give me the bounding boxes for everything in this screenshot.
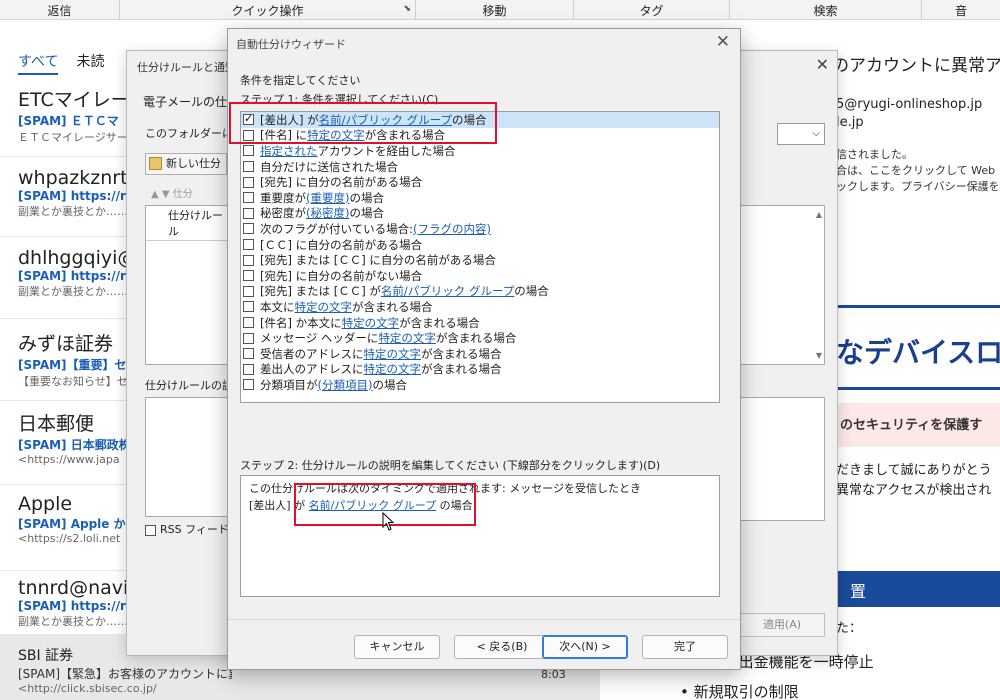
- condition-sensitivity[interactable]: 秘密度が (秘密度) の場合: [241, 206, 719, 222]
- banner-line-top: [836, 305, 1000, 308]
- condition-checkbox[interactable]: [243, 379, 254, 391]
- step2-label: ステップ 2: 仕分けルールの説明を編集してください (下線部分をクリックします…: [240, 459, 661, 472]
- button-divider: [228, 619, 740, 620]
- filter-unread[interactable]: 未読: [76, 51, 104, 75]
- section-title: 置: [836, 571, 1000, 607]
- rule-desc-box: [145, 397, 229, 517]
- condition-list[interactable]: [差出人] が 名前/パブリック グループ の場合 [件名] に 特定の文字 が…: [240, 111, 720, 403]
- ribbon-group-quick-steps[interactable]: クイック操作 ⬊: [120, 0, 416, 20]
- ribbon-group-find[interactable]: 検索: [730, 0, 922, 20]
- rule-desc-label: 仕分けルールの説: [145, 379, 233, 392]
- condition-link[interactable]: 指定された: [260, 143, 318, 159]
- mail-subject: [SPAM]【緊急】お客様のアカウントに異常アクセスを検出: [18, 667, 232, 681]
- mail-subject-header: のアカウントに異常アクセ: [832, 56, 1000, 76]
- condition-checkbox[interactable]: [243, 301, 254, 313]
- rule-list[interactable]: 仕分けルール: [145, 205, 229, 365]
- condition-to-or-cc-my-name[interactable]: [宛先] または [ＣＣ] に自分の名前がある場合: [241, 252, 719, 268]
- finish-button[interactable]: 完了: [642, 635, 728, 659]
- condition-recipient-address-words[interactable]: 受信者のアドレスに 特定の文字 が含まれる場合: [241, 346, 719, 362]
- condition-checkbox[interactable]: [243, 223, 254, 235]
- ribbon-group-reply[interactable]: 返信: [0, 0, 120, 20]
- new-rule-icon: [149, 157, 162, 170]
- mouse-cursor-icon: [382, 512, 395, 531]
- condition-sent-to-people[interactable]: [宛先] または [ＣＣ] が 名前/パブリック グループ の場合: [241, 284, 719, 300]
- bullet-item: • 新規取引の制限: [680, 683, 799, 700]
- wizard-heading: 条件を指定してください: [240, 74, 361, 87]
- condition-checkbox[interactable]: [243, 145, 254, 157]
- back-button[interactable]: < 戻る(B): [454, 635, 550, 659]
- condition-checkbox[interactable]: [243, 317, 254, 329]
- condition-link[interactable]: 名前/パブリック グループ: [381, 283, 514, 299]
- condition-category[interactable]: 分類項目が (分類項目) の場合: [241, 377, 719, 393]
- mail-body-text: だきまして誠にありがとう 異常なアクセスが検出され: [836, 463, 992, 498]
- rule-list-right[interactable]: ▲ ▼: [739, 205, 825, 365]
- condition-link[interactable]: (秘密度): [306, 205, 349, 221]
- condition-checkbox[interactable]: [243, 270, 254, 282]
- rss-checkbox[interactable]: [145, 524, 156, 536]
- condition-checkbox[interactable]: [243, 192, 254, 204]
- next-button[interactable]: 次へ(N) >: [542, 635, 628, 659]
- condition-checkbox[interactable]: [243, 176, 254, 188]
- condition-link[interactable]: (重要度): [306, 190, 349, 206]
- sender-address: 5@ryugi-onlineshop.jp: [836, 97, 983, 112]
- condition-through-account[interactable]: 指定された アカウントを経由した場合: [241, 143, 719, 159]
- cancel-button[interactable]: キャンセル: [354, 635, 440, 659]
- condition-link[interactable]: (フラグの内容): [413, 221, 491, 237]
- condition-cc-my-name[interactable]: [ＣＣ] に自分の名前がある場合: [241, 237, 719, 253]
- new-rule-button[interactable]: 新しい仕分: [145, 153, 227, 175]
- mail-preview: <http://click.sbisec.co.jp/: [18, 682, 157, 695]
- close-icon[interactable]: ✕: [716, 32, 730, 52]
- condition-checkbox[interactable]: [243, 207, 254, 219]
- condition-checkbox[interactable]: [243, 161, 254, 173]
- dialog-launcher-icon[interactable]: ⬊: [403, 4, 411, 14]
- recipient-address: le.jp: [836, 115, 864, 130]
- condition-link[interactable]: 特定の文字: [378, 330, 436, 346]
- condition-not-to-me[interactable]: [宛先] に自分の名前がない場合: [241, 268, 719, 284]
- condition-link[interactable]: 特定の文字: [364, 361, 422, 377]
- rule-desc-box-right: [739, 397, 825, 521]
- highlight-box-condition: [229, 102, 497, 144]
- condition-checkbox[interactable]: [243, 239, 254, 251]
- headline: なデバイスロ: [836, 336, 1000, 369]
- ribbon: 返信 クイック操作 ⬊ 移動 タグ 検索 音: [0, 0, 1000, 20]
- condition-checkbox[interactable]: [243, 363, 254, 375]
- condition-link[interactable]: 特定の文字: [364, 346, 422, 362]
- condition-link[interactable]: 特定の文字: [342, 315, 400, 331]
- condition-checkbox[interactable]: [243, 348, 254, 360]
- condition-body-words[interactable]: 本文に 特定の文字 が含まれる場合: [241, 299, 719, 315]
- condition-importance[interactable]: 重要度が (重要度) の場合: [241, 190, 719, 206]
- ribbon-group-move[interactable]: 移動: [416, 0, 574, 20]
- ribbon-group-speech[interactable]: 音: [922, 0, 1000, 20]
- rss-option[interactable]: RSS フィードか: [145, 521, 240, 537]
- rule-list-header: 仕分けルール: [146, 206, 228, 241]
- condition-link[interactable]: 特定の文字: [295, 299, 353, 315]
- condition-my-name-in-to[interactable]: [宛先] に自分の名前がある場合: [241, 174, 719, 190]
- condition-checkbox[interactable]: [243, 332, 254, 344]
- message-filters: すべて 未読: [18, 51, 104, 75]
- condition-sender-address-words[interactable]: 差出人のアドレスに 特定の文字 が含まれる場合: [241, 362, 719, 378]
- dialog-title: 仕分けルールと通知: [137, 61, 236, 74]
- info-bar[interactable]: 信されました。 合は、ここをクリックして Web ブラウザ ックします。プライバ…: [836, 147, 1000, 195]
- condition-flagged[interactable]: 次のフラグが付いている場合: (フラグの内容): [241, 221, 719, 237]
- tab-email-rules[interactable]: 電子メールの仕分: [143, 93, 239, 110]
- condition-sent-only-to-me[interactable]: 自分だけに送信された場合: [241, 159, 719, 175]
- mail-body-text-2: た：: [836, 621, 863, 636]
- ribbon-group-tags[interactable]: タグ: [574, 0, 730, 20]
- banner-line-bottom: [836, 387, 1000, 390]
- scroll-up-icon[interactable]: ▲: [816, 210, 822, 219]
- chevron-down-icon: ⌵: [812, 128, 820, 139]
- condition-header-words[interactable]: メッセージ ヘッダーに 特定の文字 が含まれる場合: [241, 330, 719, 346]
- security-notice: のセキュリティを保護す: [836, 403, 1000, 447]
- condition-subject-or-body-words[interactable]: [件名] か本文に 特定の文字 が含まれる場合: [241, 315, 719, 331]
- wizard-title: 自動仕分けウィザード: [236, 38, 346, 51]
- move-arrows[interactable]: ▲ ▼ 仕分: [151, 185, 193, 200]
- condition-link[interactable]: (分類項目): [318, 377, 373, 393]
- close-icon[interactable]: ✕: [816, 55, 829, 74]
- condition-checkbox[interactable]: [243, 285, 254, 297]
- condition-checkbox[interactable]: [243, 254, 254, 266]
- filter-all[interactable]: すべて: [18, 51, 59, 75]
- apply-button[interactable]: 適用(A): [739, 613, 825, 637]
- folder-select[interactable]: ⌵: [777, 123, 825, 145]
- scroll-down-icon[interactable]: ▼: [816, 351, 822, 360]
